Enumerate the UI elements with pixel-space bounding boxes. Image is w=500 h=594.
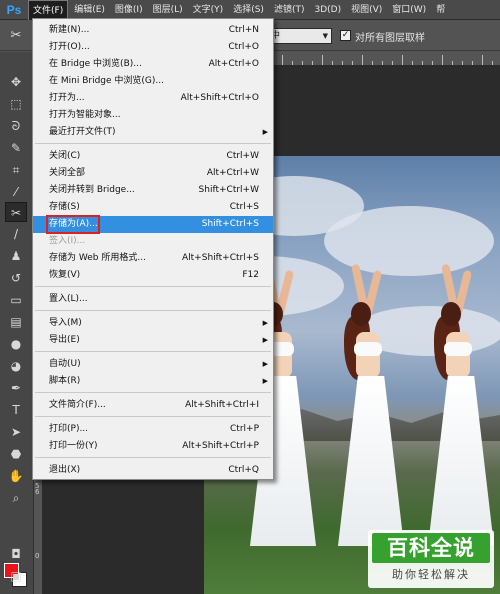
blur-tool-icon[interactable]: ● — [5, 334, 27, 354]
menu-separator — [35, 392, 271, 393]
watermark-subtitle: 助你轻松解决 — [392, 568, 470, 581]
menu-separator — [35, 143, 271, 144]
menu-item-close[interactable]: 关闭(C) Ctrl+W — [33, 148, 273, 165]
menu-separator — [35, 286, 271, 287]
dancer-figure — [408, 263, 498, 564]
hand-tool-icon[interactable]: ✋ — [5, 466, 27, 486]
ruler-left: 5 6 0 — [34, 478, 42, 594]
menu-item-save[interactable]: 存储(S) Ctrl+S — [33, 199, 273, 216]
menu-item-scripts[interactable]: 脚本(R) ▶ — [33, 373, 273, 390]
screen-mode-icon[interactable]: ▣ — [5, 566, 27, 586]
menu-item-open-as-smart-object[interactable]: 打开为智能对象... — [33, 107, 273, 124]
lasso-tool-icon[interactable]: ᘐ — [5, 116, 27, 136]
eraser-tool-icon[interactable]: ▭ — [5, 290, 27, 310]
gradient-tool-icon[interactable]: ▤ — [5, 312, 27, 332]
menu-3d[interactable]: 3D(D) — [310, 0, 345, 20]
menu-type[interactable]: 文字(Y) — [189, 0, 228, 20]
shape-tool-icon[interactable]: ⬣ — [5, 444, 27, 464]
dodge-tool-icon[interactable]: ◕ — [5, 356, 27, 376]
pen-tool-icon[interactable]: ✒ — [5, 378, 27, 398]
ruler-label: 0 — [35, 552, 40, 560]
menu-item-file-info[interactable]: 文件简介(F)... Alt+Shift+Ctrl+I — [33, 397, 273, 414]
menu-filter[interactable]: 滤镜(T) — [270, 0, 309, 20]
menu-item-save-for-web[interactable]: 存储为 Web 所用格式... Alt+Shift+Ctrl+S — [33, 250, 273, 267]
sample-size-select[interactable]: 中 ▼ — [266, 28, 332, 44]
sample-all-layers-checkbox[interactable]: ✓ — [340, 30, 351, 41]
path-select-tool-icon[interactable]: ➤ — [5, 422, 27, 442]
toolbox: ✥ ⬚ ᘐ ✎ ⌗ ⁄ ✂ / ♟ ↺ ▭ ▤ ● ◕ ✒ T ➤ ⬣ ✋ ⌕ … — [0, 52, 34, 594]
menu-item-browse-bridge[interactable]: 在 Bridge 中浏览(B)... Alt+Ctrl+O — [33, 56, 273, 73]
menu-item-browse-mini-bridge[interactable]: 在 Mini Bridge 中浏览(G)... — [33, 73, 273, 90]
ruler-top — [274, 52, 500, 66]
menu-item-export[interactable]: 导出(E) ▶ — [33, 332, 273, 349]
menu-item-close-all[interactable]: 关闭全部 Alt+Ctrl+W — [33, 165, 273, 182]
submenu-arrow-icon: ▶ — [262, 360, 268, 368]
submenu-arrow-icon: ▶ — [262, 377, 268, 385]
menu-window[interactable]: 窗口(W) — [388, 0, 430, 20]
menu-layer[interactable]: 图层(L) — [149, 0, 187, 20]
menu-item-automate[interactable]: 自动(U) ▶ — [33, 356, 273, 373]
menu-item-print-one-copy[interactable]: 打印一份(Y) Alt+Shift+Ctrl+P — [33, 438, 273, 455]
submenu-arrow-icon: ▶ — [262, 128, 268, 136]
menu-select[interactable]: 选择(S) — [229, 0, 268, 20]
brush-tool-icon[interactable]: / — [5, 224, 27, 244]
history-brush-tool-icon[interactable]: ↺ — [5, 268, 27, 288]
healing-brush-tool-icon[interactable]: ✂ — [5, 202, 27, 222]
menu-separator — [35, 416, 271, 417]
menu-item-print[interactable]: 打印(P)... Ctrl+P — [33, 421, 273, 438]
submenu-arrow-icon: ▶ — [262, 336, 268, 344]
ruler-label: 6 — [35, 488, 40, 496]
zoom-tool-icon[interactable]: ⌕ — [5, 488, 27, 508]
marquee-tool-icon[interactable]: ⬚ — [5, 94, 27, 114]
type-tool-icon[interactable]: T — [5, 400, 27, 420]
crop-tool-icon[interactable]: ⌗ — [5, 160, 27, 180]
menu-item-close-go-bridge[interactable]: 关闭并转到 Bridge... Shift+Ctrl+W — [33, 182, 273, 199]
menu-edit[interactable]: 编辑(E) — [70, 0, 109, 20]
menu-item-place[interactable]: 置入(L)... — [33, 291, 273, 308]
healing-tool-icon[interactable]: ✂ — [6, 26, 26, 46]
menu-separator — [35, 310, 271, 311]
submenu-arrow-icon: ▶ — [262, 319, 268, 327]
menu-separator — [35, 457, 271, 458]
file-menu-dropdown: 新建(N)... Ctrl+N 打开(O)... Ctrl+O 在 Bridge 中… — [32, 18, 274, 480]
sample-all-layers-label: 对所有图层取样 — [355, 33, 425, 44]
quick-select-tool-icon[interactable]: ✎ — [5, 138, 27, 158]
watermark-title: 百科全说 — [372, 533, 490, 563]
menu-item-revert[interactable]: 恢复(V) F12 — [33, 267, 273, 284]
menu-help[interactable]: 帮 — [432, 0, 449, 20]
menu-image[interactable]: 图像(I) — [111, 0, 147, 20]
menu-item-open-as[interactable]: 打开为... Alt+Shift+Ctrl+O — [33, 90, 273, 107]
dancer-figure — [318, 263, 408, 564]
move-tool-icon[interactable]: ✥ — [5, 72, 27, 92]
eyedropper-tool-icon[interactable]: ⁄ — [5, 182, 27, 202]
menu-item-exit[interactable]: 退出(X) Ctrl+Q — [33, 462, 273, 479]
menu-item-import[interactable]: 导入(M) ▶ — [33, 315, 273, 332]
clone-stamp-tool-icon[interactable]: ♟ — [5, 246, 27, 266]
menu-item-recent-files[interactable]: 最近打开文件(T) ▶ — [33, 124, 273, 141]
menu-view[interactable]: 视图(V) — [347, 0, 386, 20]
menu-item-new[interactable]: 新建(N)... Ctrl+N — [33, 22, 273, 39]
menu-file[interactable]: 文件(F) — [28, 0, 69, 20]
menu-bar: Ps 文件(F) 编辑(E) 图像(I) 图层(L) 文字(Y) 选择(S) 滤… — [0, 0, 500, 20]
menu-item-open[interactable]: 打开(O)... Ctrl+O — [33, 39, 273, 56]
highlight-box — [46, 215, 100, 234]
photoshop-logo: Ps — [6, 2, 22, 17]
menu-separator — [35, 351, 271, 352]
quick-mask-icon[interactable]: ◘ — [5, 544, 27, 564]
chevron-down-icon: ▼ — [322, 32, 328, 40]
menu-item-check-in[interactable]: 签入(I)... — [33, 233, 273, 250]
